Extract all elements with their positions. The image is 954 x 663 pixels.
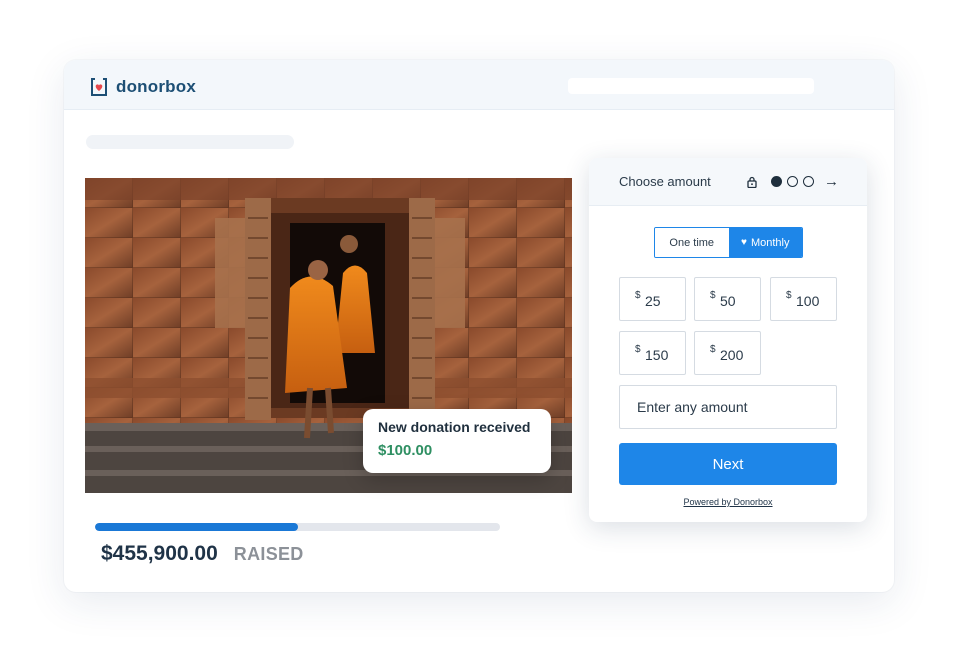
arrow-right-icon[interactable]: → (824, 174, 839, 189)
currency-symbol: $ (786, 290, 792, 301)
monthly-label: Monthly (750, 236, 790, 249)
step-indicator: → (746, 174, 839, 189)
amount-option-200[interactable]: $ 200 (694, 331, 761, 375)
raised-label: RAISED (233, 544, 304, 564)
amount-option-25[interactable]: $ 25 (619, 277, 686, 321)
one-time-label: One time (669, 236, 715, 249)
custom-amount-input[interactable]: Enter any amount (619, 385, 837, 429)
currency-symbol: $ (635, 290, 641, 301)
step-dot-2 (787, 176, 798, 187)
widget-header: Choose amount → (589, 158, 867, 206)
amount-value: 200 (720, 347, 744, 363)
one-time-button[interactable]: One time (655, 228, 729, 257)
progress-fill (95, 523, 298, 531)
campaign-title-placeholder (86, 135, 294, 149)
widget-title: Choose amount (619, 174, 711, 189)
raised-summary: $455,900.00 RAISED (101, 542, 304, 566)
donorbox-logo[interactable]: donorbox (88, 76, 196, 98)
brand-name: donorbox (116, 77, 196, 96)
amount-value: 25 (645, 293, 661, 309)
amount-option-50[interactable]: $ 50 (694, 277, 761, 321)
monthly-button[interactable]: ♥ Monthly (728, 228, 802, 257)
raised-amount: $455,900.00 (101, 542, 218, 565)
amount-option-100[interactable]: $ 100 (770, 277, 837, 321)
amount-value: 100 (796, 293, 820, 309)
donation-toast: New donation received $100.00 (363, 409, 551, 473)
toast-title: New donation received (378, 419, 531, 435)
next-button[interactable]: Next (619, 443, 837, 485)
next-label: Next (712, 455, 744, 473)
frequency-toggle: One time ♥ Monthly (654, 227, 803, 258)
currency-symbol: $ (710, 290, 716, 301)
powered-by-link[interactable]: Powered by Donorbox (589, 497, 867, 507)
donorbox-logo-icon (91, 78, 107, 96)
fundraising-progress-bar (95, 523, 500, 531)
step-dot-3 (803, 176, 814, 187)
currency-symbol: $ (710, 344, 716, 355)
amount-value: 50 (720, 293, 736, 309)
donation-widget: Choose amount → One time ♥ Monthly $ 25 … (589, 158, 867, 522)
nav-placeholder (568, 78, 814, 94)
heart-icon: ♥ (741, 237, 747, 248)
currency-symbol: $ (635, 344, 641, 355)
custom-amount-placeholder: Enter any amount (637, 399, 748, 415)
top-bar: donorbox (64, 60, 894, 110)
lock-icon (747, 176, 757, 188)
toast-amount: $100.00 (378, 442, 433, 459)
amount-value: 150 (645, 347, 669, 363)
amount-option-150[interactable]: $ 150 (619, 331, 686, 375)
step-dot-1 (771, 176, 782, 187)
